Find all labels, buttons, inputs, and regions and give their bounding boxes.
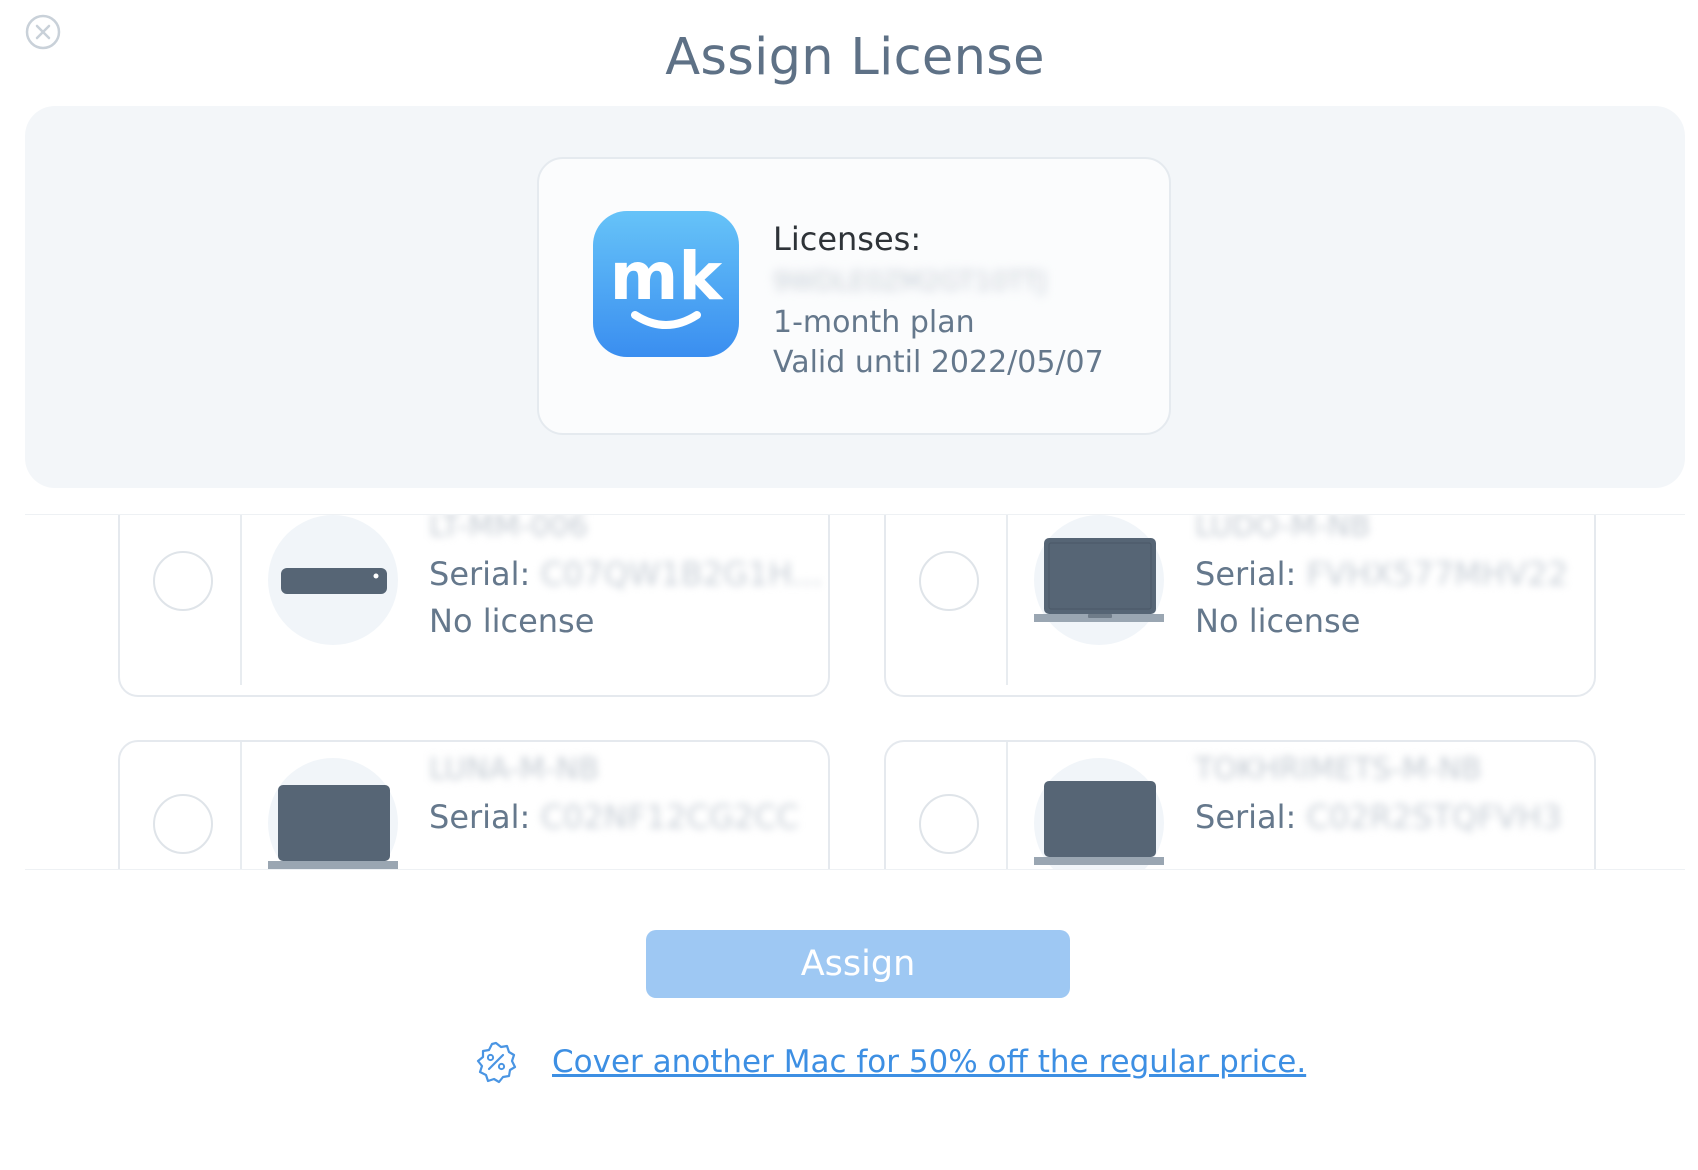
laptop-icon xyxy=(1030,515,1170,645)
license-key: 9WDLE0ZM2GT10TTJ xyxy=(773,267,1047,297)
device-status: No license xyxy=(1195,602,1361,640)
device-serial: Serial: FVHX577MHV22 xyxy=(1195,555,1569,593)
license-valid-until: Valid until 2022/05/07 xyxy=(773,345,1104,380)
device-card[interactable]: LUDO-M-NB Serial: FVHX577MHV22 No licens… xyxy=(884,514,1596,697)
device-radio[interactable] xyxy=(919,794,979,854)
laptop-icon xyxy=(1030,758,1170,869)
device-name: TOKHRIMETS-M-NB xyxy=(1195,752,1482,787)
license-plan: 1-month plan xyxy=(773,305,975,340)
device-status: No license xyxy=(429,602,595,640)
divider xyxy=(240,515,242,685)
mac-mini-icon xyxy=(268,515,398,645)
device-radio[interactable] xyxy=(153,794,213,854)
discount-badge-icon xyxy=(474,1040,518,1084)
device-radio[interactable] xyxy=(919,551,979,611)
divider xyxy=(1006,742,1008,869)
laptop-icon xyxy=(264,758,404,869)
divider xyxy=(1006,515,1008,685)
device-card[interactable]: LT-MM-006 Serial: C07QW1B2G1H... No lice… xyxy=(118,514,830,697)
dialog-title: Assign License xyxy=(665,28,1045,87)
assign-button[interactable]: Assign xyxy=(646,930,1070,998)
assign-license-dialog: Assign License mk Licenses: 9WDLE0ZM2GT1… xyxy=(0,0,1698,1170)
license-panel: mk Licenses: 9WDLE0ZM2GT10TTJ 1-month pl… xyxy=(25,106,1685,488)
device-radio[interactable] xyxy=(153,551,213,611)
device-card[interactable]: TOKHRIMETS-M-NB Serial: C02R2STQFVH3 xyxy=(884,740,1596,869)
promo-link[interactable]: Cover another Mac for 50% off the regula… xyxy=(552,1044,1306,1080)
license-card: mk Licenses: 9WDLE0ZM2GT10TTJ 1-month pl… xyxy=(537,157,1171,435)
device-serial: Serial: C02NF12CG2CC xyxy=(429,798,799,836)
device-list[interactable]: LT-MM-006 Serial: C07QW1B2G1H... No lice… xyxy=(25,514,1685,870)
app-logo-icon: mk xyxy=(593,211,739,357)
device-name: LUDO-M-NB xyxy=(1195,514,1371,544)
device-name: LT-MM-006 xyxy=(429,514,588,544)
svg-text:mk: mk xyxy=(610,238,725,315)
device-serial: Serial: C07QW1B2G1H... xyxy=(429,555,823,593)
device-serial: Serial: C02R2STQFVH3 xyxy=(1195,798,1562,836)
licenses-label: Licenses: xyxy=(773,220,922,258)
divider xyxy=(240,742,242,869)
device-name: LUNA-M-NB xyxy=(429,752,600,787)
device-card[interactable]: LUNA-M-NB Serial: C02NF12CG2CC xyxy=(118,740,830,869)
